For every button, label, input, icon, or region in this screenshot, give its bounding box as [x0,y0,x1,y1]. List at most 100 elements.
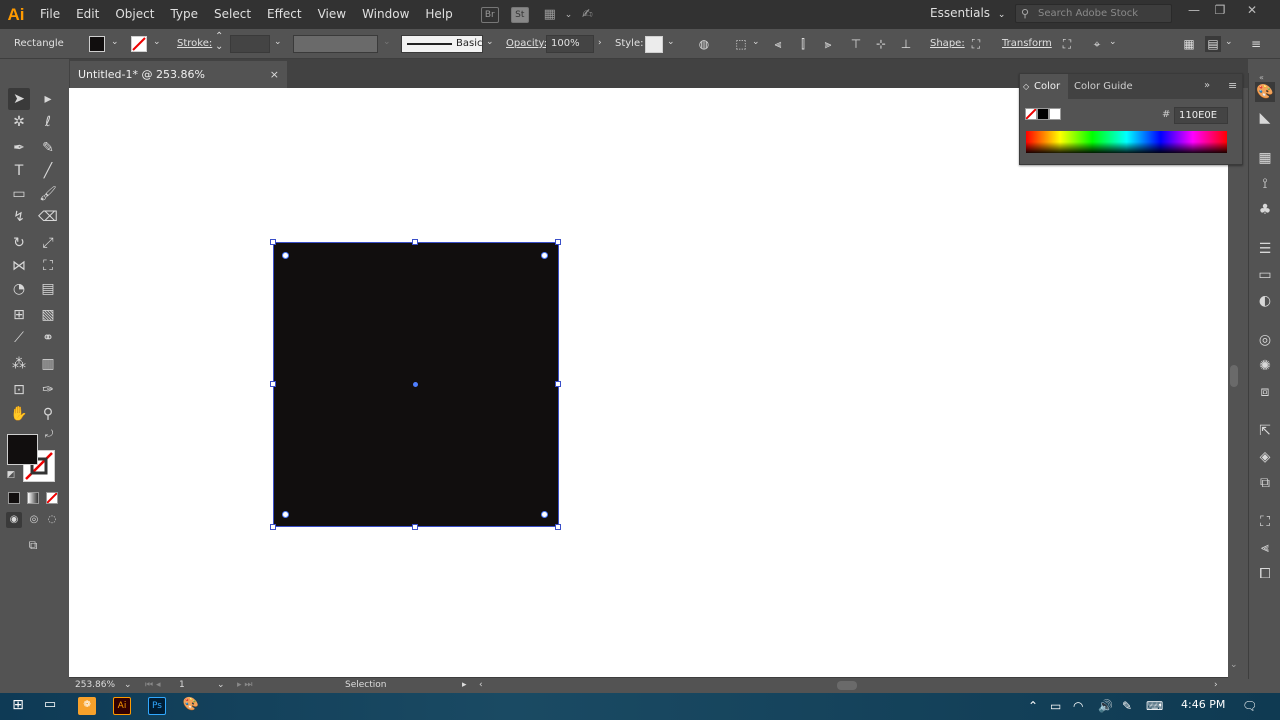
gradient-icon[interactable]: ▭ [1255,265,1275,285]
horizontal-scroll-thumb[interactable] [837,681,857,690]
align-horizontal-center-icon[interactable]: ⫿ [795,36,811,52]
direct-selection-tool-icon[interactable]: ▸ [37,88,59,110]
default-fill-stroke-icon[interactable]: ◩ [4,468,18,482]
pathfinder-icon[interactable]: ⧠ [1255,564,1275,584]
status-menu-icon[interactable]: ▸ [462,680,467,690]
symbol-sprayer-tool-icon[interactable]: ⁂ [8,353,30,375]
artboard-number[interactable]: 1 [179,680,185,690]
expand-options-icon[interactable]: ◇ [1023,74,1029,99]
clock[interactable]: 4:46 PM [1181,698,1225,711]
shape-builder-tool-icon[interactable]: ◔ [8,278,30,300]
color-panel-icon[interactable]: 🎨 [1255,82,1275,102]
menu-icon[interactable]: ≡ [1248,36,1264,52]
artboards-icon[interactable]: ⧉ [1255,473,1275,493]
draw-normal-icon[interactable]: ◉ [6,512,22,528]
shape-properties-icon[interactable]: ⛶ [968,36,984,52]
scroll-right-icon[interactable]: › [1214,680,1218,690]
bounding-box-handle[interactable] [555,239,561,245]
chevron-down-icon[interactable]: ⌄ [1225,37,1233,47]
scroll-thumb[interactable] [1230,365,1238,387]
bounding-box-handle[interactable] [412,524,418,530]
restore-icon[interactable]: ❐ [1206,0,1234,22]
expand-panels-icon[interactable]: « [1259,73,1264,82]
last-artboard-icon[interactable]: ▸ ⏭ [237,680,252,690]
menu-select[interactable]: Select [206,0,259,29]
export-icon[interactable]: ⇱ [1255,421,1275,441]
stroke-icon[interactable]: ☰ [1255,239,1275,259]
brush-definition-field[interactable]: Basic [401,35,483,53]
isolate-icon[interactable]: ⛶ [1059,36,1075,52]
chevron-down-icon[interactable]: ⌄ [565,10,573,20]
white-color-swatch[interactable] [1049,108,1061,120]
chevron-down-icon[interactable]: ⌄ [486,37,494,47]
eraser-tool-icon[interactable]: ⌫ [37,206,59,228]
stroke-stepper[interactable]: ⌃ ⌄ [215,32,223,52]
wifi-icon[interactable]: ◠ [1073,699,1083,713]
file-explorer-icon[interactable]: ❁ [78,697,96,715]
menu-help[interactable]: Help [417,0,460,29]
draw-inside-icon[interactable]: ◌ [44,512,60,528]
none-mode-icon[interactable] [46,492,58,504]
menu-file[interactable]: File [32,0,68,29]
arrange-documents-icon[interactable]: ▦ [541,7,559,23]
width-tool-icon[interactable]: ⋈ [8,255,30,277]
arrange-icon[interactable]: ▦ [1181,36,1197,52]
corner-widget[interactable] [541,252,548,259]
workspace-switcher[interactable]: Essentials ⌄ [930,0,1005,29]
paint-taskbar-icon[interactable]: 🎨 [182,697,200,715]
gpu-performance-icon[interactable]: ✍ [578,7,596,23]
blend-tool-icon[interactable]: ⚭ [37,327,59,349]
mesh-tool-icon[interactable]: ⊞ [8,304,30,326]
bounding-box-handle[interactable] [412,239,418,245]
rotate-tool-icon[interactable]: ↻ [8,232,30,254]
corner-widget[interactable] [282,252,289,259]
align-left-icon[interactable]: ⫷ [770,36,786,52]
document-tab[interactable]: Untitled-1* @ 253.86% (RGB/Preview) × [70,61,287,108]
stroke-swatch[interactable] [131,36,147,52]
brushes-icon[interactable]: ⟟ [1255,174,1275,194]
swatches-icon[interactable]: ▦ [1255,148,1275,168]
chevron-down-icon[interactable]: ⌄ [153,37,161,47]
artboard-tool-icon[interactable]: ⊡ [8,379,30,401]
graphic-style-swatch[interactable] [645,36,663,53]
align-top-icon[interactable]: ⊤ [848,36,864,52]
swap-fill-stroke-icon[interactable]: ⤾ [42,428,56,442]
bounding-box-handle[interactable] [270,239,276,245]
keyboard-icon[interactable]: ⌨ [1146,699,1163,713]
selection-tool-icon[interactable]: ➤ [8,88,30,110]
gradient-tool-icon[interactable]: ▧ [37,304,59,326]
hand-tool-icon[interactable]: ✋ [8,403,30,425]
menu-view[interactable]: View [310,0,354,29]
shaper-tool-icon[interactable]: ↯ [8,206,30,228]
change-screen-mode-icon[interactable]: ⧉ [22,534,44,556]
transform-label[interactable]: Transform [1002,38,1052,49]
corner-widget[interactable] [282,511,289,518]
perspective-grid-tool-icon[interactable]: ▤ [37,278,59,300]
vertical-scrollbar[interactable]: ⌄ [1228,165,1248,677]
show-hidden-icons-icon[interactable]: ⌃ [1028,699,1038,713]
recolor-artwork-icon[interactable]: ◍ [696,36,712,52]
draw-behind-icon[interactable]: ◎ [26,512,42,528]
bounding-box-handle[interactable] [555,381,561,387]
align-to-icon[interactable]: ⬚ [733,36,749,52]
zoom-tool-icon[interactable]: ⚲ [37,403,59,425]
chevron-down-icon[interactable]: ⌄ [111,37,119,47]
type-tool-icon[interactable]: T [8,160,30,182]
opacity-label[interactable]: Opacity: [506,38,547,49]
lasso-tool-icon[interactable]: ℓ [37,111,59,133]
minimize-icon[interactable]: — [1180,0,1208,22]
bounding-box-handle[interactable] [270,524,276,530]
free-transform-tool-icon[interactable]: ⛶ [37,255,59,277]
variable-width-profile[interactable] [293,35,378,53]
gradient-mode-icon[interactable] [27,492,39,504]
volume-icon[interactable]: 🔊 [1098,699,1113,713]
zoom-level[interactable]: 253.86% [75,680,115,690]
bounding-box-handle[interactable] [270,381,276,387]
tab-color[interactable]: ◇ Color [1020,74,1069,99]
scale-tool-icon[interactable]: ⤢ [37,232,59,254]
rectangle-tool-icon[interactable]: ▭ [8,183,30,205]
fill-color-box[interactable] [7,434,38,465]
photoshop-taskbar-icon[interactable]: Ps [148,697,166,715]
chevron-right-icon[interactable]: › [598,38,602,48]
align-right-icon[interactable]: ⫸ [820,36,836,52]
